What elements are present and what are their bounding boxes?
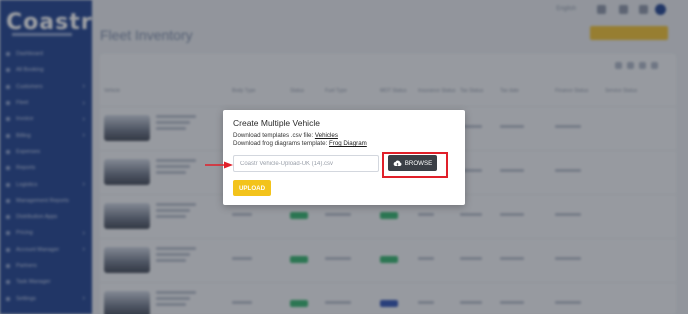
frog-label: Download frog diagrams template:: [233, 140, 328, 147]
vehicles-template-link[interactable]: Vehicles: [315, 132, 338, 139]
csv-file-input[interactable]: [233, 155, 379, 172]
frog-diagram-link[interactable]: Frog Diagram: [329, 140, 367, 147]
arrow-annotation-icon: [205, 161, 233, 169]
browse-highlight-annotation: [382, 152, 448, 178]
modal-title: Create Multiple Vehicle: [233, 118, 320, 128]
templates-download-line: Download templates .csv file: Vehicles: [233, 132, 338, 139]
frog-download-line: Download frog diagrams template: Frog Di…: [233, 140, 367, 147]
templates-label: Download templates .csv file:: [233, 132, 314, 139]
upload-button[interactable]: UPLOAD: [233, 180, 271, 196]
